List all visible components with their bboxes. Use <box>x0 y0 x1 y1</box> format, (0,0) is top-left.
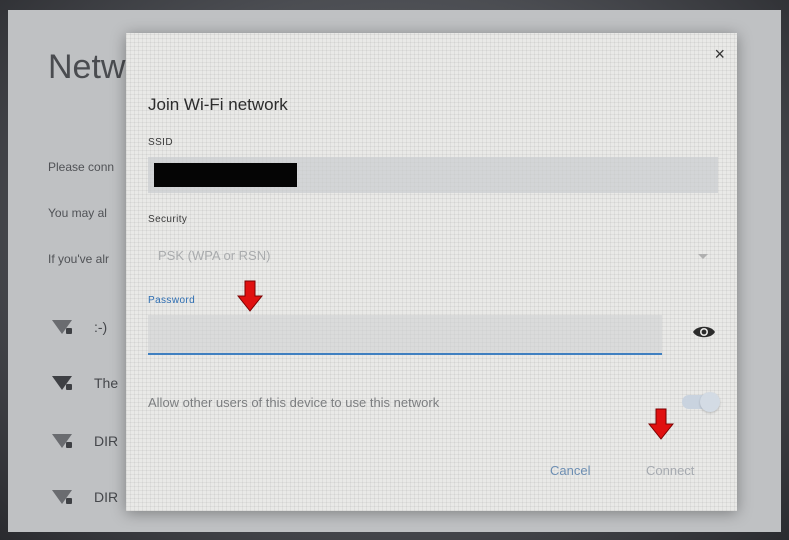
security-label: Security <box>148 214 188 225</box>
share-network-label: Allow other users of this device to use … <box>148 395 440 410</box>
eye-icon[interactable] <box>692 324 716 340</box>
password-label: Password <box>148 295 196 306</box>
close-button[interactable]: × <box>714 45 725 63</box>
network-list-item[interactable]: DIR <box>52 428 118 454</box>
network-name: The <box>94 375 119 391</box>
share-network-toggle[interactable] <box>682 392 720 412</box>
security-selected-value: PSK (WPA or RSN) <box>158 248 271 263</box>
dialog-title: Join Wi-Fi network <box>148 95 288 114</box>
wifi-lock-icon <box>52 434 72 448</box>
wifi-lock-icon <box>52 376 72 390</box>
password-input[interactable] <box>148 315 662 355</box>
background-title: Netw <box>48 48 126 86</box>
ssid-label: SSID <box>148 137 173 148</box>
chevron-down-icon <box>698 254 708 259</box>
wifi-lock-icon <box>52 490 72 504</box>
toggle-knob <box>700 392 720 412</box>
background-text-line-3: If you've alr <box>48 252 109 266</box>
network-name: DIR <box>94 433 119 449</box>
red-arrow-down-icon <box>648 408 674 440</box>
photo-of-screen: Netw Please conn You may al If you've al… <box>0 0 789 540</box>
wifi-lock-icon <box>52 320 72 334</box>
background-text-line-2: You may al <box>48 206 107 220</box>
red-arrow-down-icon <box>237 280 263 312</box>
cancel-button[interactable]: Cancel <box>550 463 590 478</box>
background-text-line-1: Please conn <box>48 160 115 174</box>
ssid-input[interactable] <box>148 157 718 193</box>
network-list-item[interactable]: :-) <box>52 314 107 340</box>
network-name: DIR <box>94 489 119 505</box>
network-list-item[interactable]: DIR <box>52 484 118 510</box>
redacted-ssid-value <box>154 163 297 187</box>
network-name: :-) <box>94 319 108 335</box>
security-select[interactable]: PSK (WPA or RSN) <box>148 239 718 271</box>
connect-button[interactable]: Connect <box>646 463 694 478</box>
network-list-item[interactable]: The <box>52 370 118 396</box>
join-wifi-dialog: × Join Wi-Fi network SSID Security PSK (… <box>126 33 737 511</box>
